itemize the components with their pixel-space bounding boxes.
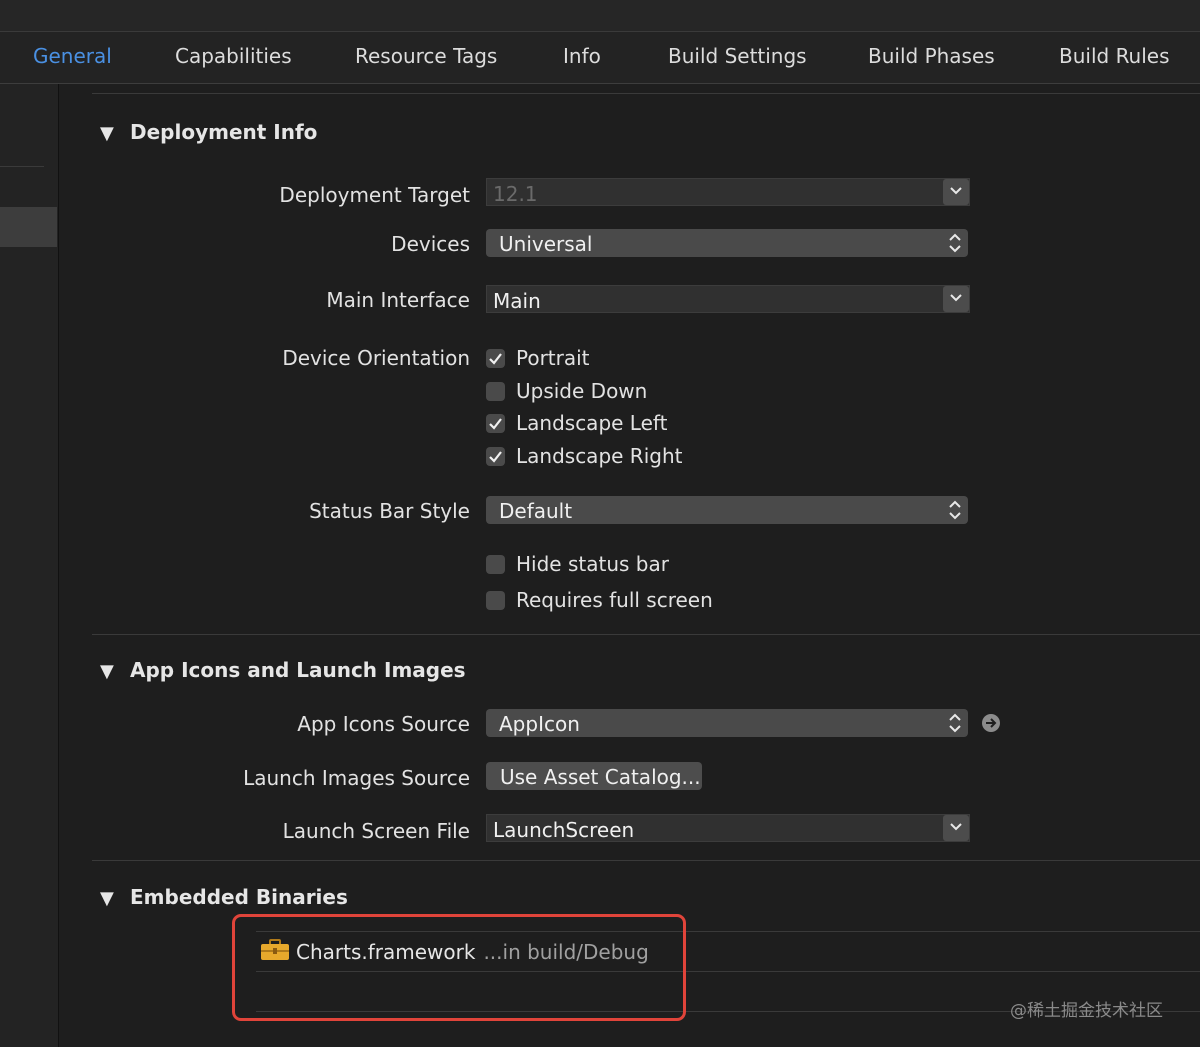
content-top-divider bbox=[92, 93, 1200, 94]
tab-general[interactable]: General bbox=[33, 44, 112, 68]
use-asset-catalog-label: Use Asset Catalog... bbox=[500, 765, 701, 789]
window-top-strip bbox=[0, 0, 1200, 32]
checkbox-unchecked-icon[interactable] bbox=[486, 555, 505, 574]
checkbox-checked-icon[interactable] bbox=[486, 414, 505, 433]
updown-chevron-icon bbox=[949, 233, 961, 253]
orientation-label: Upside Down bbox=[516, 379, 648, 403]
app-icons-source-label: App Icons Source bbox=[297, 712, 470, 736]
checkbox-checked-icon[interactable] bbox=[486, 349, 505, 368]
status-bar-style-value: Default bbox=[499, 499, 573, 523]
disclosure-triangle-icon[interactable]: ▼ bbox=[100, 661, 120, 682]
chevron-down-icon[interactable] bbox=[943, 815, 969, 841]
editor-tab-bar: General Capabilities Resource Tags Info … bbox=[0, 32, 1200, 84]
watermark-text: @稀土掘金技术社区 bbox=[1010, 1001, 1163, 1021]
tab-build-rules[interactable]: Build Rules bbox=[1059, 44, 1170, 68]
orientation-label: Portrait bbox=[516, 346, 590, 370]
embedded-binaries-header[interactable]: ▼ Embedded Binaries bbox=[100, 885, 348, 909]
disclosure-triangle-icon[interactable]: ▼ bbox=[100, 123, 120, 144]
hide-status-bar-checkbox[interactable]: Hide status bar bbox=[486, 552, 669, 576]
devices-label: Devices bbox=[391, 232, 470, 256]
orientation-landscape-left-checkbox[interactable]: Landscape Left bbox=[486, 411, 667, 435]
chevron-down-icon[interactable] bbox=[943, 286, 969, 312]
main-interface-label: Main Interface bbox=[326, 288, 470, 312]
orientation-landscape-right-checkbox[interactable]: Landscape Right bbox=[486, 444, 682, 468]
main-interface-combo[interactable]: Main bbox=[486, 285, 970, 313]
launch-images-source-label: Launch Images Source bbox=[243, 766, 470, 790]
devices-value: Universal bbox=[499, 232, 593, 256]
tab-capabilities[interactable]: Capabilities bbox=[175, 44, 292, 68]
go-to-asset-arrow-icon[interactable] bbox=[982, 714, 1000, 732]
launch-screen-file-value: LaunchScreen bbox=[493, 818, 635, 842]
disclosure-triangle-icon[interactable]: ▼ bbox=[100, 888, 120, 909]
app-icons-title: App Icons and Launch Images bbox=[130, 658, 466, 682]
orientation-label: Landscape Left bbox=[516, 411, 668, 435]
status-bar-style-label: Status Bar Style bbox=[309, 499, 470, 523]
status-bar-style-popup[interactable]: Default bbox=[486, 496, 968, 524]
tab-build-settings[interactable]: Build Settings bbox=[668, 44, 807, 68]
tab-info[interactable]: Info bbox=[563, 44, 601, 68]
targets-sidebar bbox=[0, 84, 59, 1047]
deployment-info-title: Deployment Info bbox=[130, 120, 318, 144]
requires-full-screen-checkbox[interactable]: Requires full screen bbox=[486, 588, 713, 612]
deployment-target-label: Deployment Target bbox=[279, 183, 470, 207]
devices-popup[interactable]: Universal bbox=[486, 229, 968, 257]
deployment-target-value: 12.1 bbox=[493, 182, 538, 206]
app-icons-header[interactable]: ▼ App Icons and Launch Images bbox=[100, 658, 466, 682]
checkbox-unchecked-icon[interactable] bbox=[486, 382, 505, 401]
orientation-portrait-checkbox[interactable]: Portrait bbox=[486, 346, 590, 370]
orientation-label: Landscape Right bbox=[516, 444, 683, 468]
section-divider bbox=[92, 860, 1200, 861]
app-icons-source-popup[interactable]: AppIcon bbox=[486, 709, 968, 737]
deployment-info-header[interactable]: ▼ Deployment Info bbox=[100, 120, 317, 144]
orientation-upside-down-checkbox[interactable]: Upside Down bbox=[486, 379, 647, 403]
main-interface-value: Main bbox=[493, 289, 541, 313]
chevron-down-icon[interactable] bbox=[943, 179, 969, 205]
checkbox-checked-icon[interactable] bbox=[486, 447, 505, 466]
use-asset-catalog-button[interactable]: Use Asset Catalog... bbox=[486, 762, 702, 790]
device-orientation-label: Device Orientation bbox=[282, 346, 470, 370]
deployment-target-combo[interactable]: 12.1 bbox=[486, 178, 970, 206]
hide-status-bar-label: Hide status bar bbox=[516, 552, 669, 576]
updown-chevron-icon bbox=[949, 500, 961, 520]
annotation-highlight-box bbox=[232, 914, 686, 1021]
sidebar-divider bbox=[0, 166, 44, 167]
section-divider bbox=[92, 634, 1200, 635]
requires-full-screen-label: Requires full screen bbox=[516, 588, 713, 612]
tab-build-phases[interactable]: Build Phases bbox=[868, 44, 995, 68]
tab-resource-tags[interactable]: Resource Tags bbox=[355, 44, 497, 68]
launch-screen-file-combo[interactable]: LaunchScreen bbox=[486, 814, 970, 842]
checkbox-unchecked-icon[interactable] bbox=[486, 591, 505, 610]
embedded-binaries-title: Embedded Binaries bbox=[130, 885, 348, 909]
updown-chevron-icon bbox=[949, 713, 961, 733]
launch-screen-file-label: Launch Screen File bbox=[282, 819, 470, 843]
app-icons-source-value: AppIcon bbox=[499, 712, 580, 736]
